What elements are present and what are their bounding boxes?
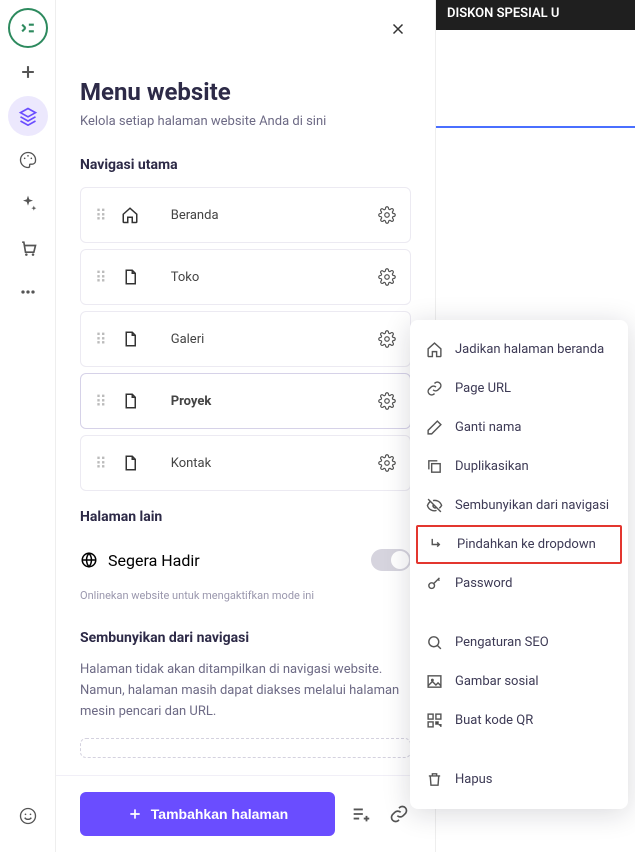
gear-icon[interactable] — [378, 392, 396, 410]
coming-soon-toggle[interactable] — [371, 549, 411, 571]
copy-icon — [426, 458, 443, 475]
nav-item-beranda[interactable]: ⠿ Beranda — [80, 187, 411, 243]
ctx-search[interactable]: Pengaturan SEO — [410, 623, 628, 662]
layers-icon[interactable] — [8, 96, 48, 136]
ctx-label: Gambar sosial — [455, 674, 539, 689]
ctx-image[interactable]: Gambar sosial — [410, 662, 628, 701]
globe-icon — [80, 551, 98, 569]
key-icon — [426, 575, 443, 592]
ctx-qr[interactable]: Buat kode QR — [410, 701, 628, 740]
panel-subtitle: Kelola setiap halaman website Anda di si… — [80, 114, 411, 129]
drop-zone[interactable] — [80, 738, 411, 758]
coming-soon-row: Segera Hadir — [80, 539, 411, 581]
ctx-key[interactable]: Password — [410, 564, 628, 603]
ctx-eye-off[interactable]: Sembunyikan dari navigasi — [410, 486, 628, 525]
ctx-label: Password — [455, 576, 512, 591]
left-sidebar — [0, 0, 56, 852]
drag-handle-icon[interactable]: ⠿ — [95, 330, 107, 349]
ctx-label: Jadikan halaman beranda — [455, 342, 604, 357]
image-icon — [426, 673, 443, 690]
page-icon — [121, 392, 139, 410]
add-icon[interactable] — [8, 52, 48, 92]
add-page-button[interactable]: Tambahkan halaman — [80, 792, 335, 836]
drag-handle-icon[interactable]: ⠿ — [95, 392, 107, 411]
ctx-label: Pindahkan ke dropdown — [457, 537, 596, 552]
nav-label: Beranda — [171, 208, 364, 223]
ctx-trash[interactable]: Hapus — [410, 760, 628, 799]
home-icon — [121, 206, 139, 224]
page-icon — [121, 330, 139, 348]
trash-icon — [426, 771, 443, 788]
drag-handle-icon[interactable]: ⠿ — [95, 206, 107, 225]
qr-icon — [426, 712, 443, 729]
ctx-label: Duplikasikan — [455, 459, 529, 474]
move-icon — [428, 536, 445, 553]
panel-footer: Tambahkan halaman — [56, 775, 435, 852]
nav-item-toko[interactable]: ⠿ Toko — [80, 249, 411, 305]
nav-label: Toko — [171, 270, 364, 285]
eye-off-icon — [426, 497, 443, 514]
add-list-icon[interactable] — [349, 802, 373, 826]
home-icon — [426, 341, 443, 358]
context-menu: Jadikan halaman beranda Page URL Ganti nam… — [410, 320, 628, 809]
promo-banner: DISKON SPESIAL U — [435, 0, 635, 30]
feedback-icon[interactable] — [8, 796, 48, 836]
ctx-pencil[interactable]: Ganti nama — [410, 408, 628, 447]
cart-icon[interactable] — [8, 228, 48, 268]
section-main-nav: Navigasi utama — [80, 157, 411, 173]
drag-handle-icon[interactable]: ⠿ — [95, 268, 107, 287]
ctx-home[interactable]: Jadikan halaman beranda — [410, 330, 628, 369]
ctx-move[interactable]: Pindahkan ke dropdown — [416, 525, 622, 564]
ctx-label: Hapus — [455, 772, 493, 787]
section-hide-nav: Sembunyikan dari navigasi — [80, 630, 411, 646]
gear-icon[interactable] — [378, 330, 396, 348]
hide-nav-desc: Halaman tidak akan ditampilkan di naviga… — [80, 660, 411, 722]
add-link-icon[interactable] — [387, 802, 411, 826]
ctx-label: Ganti nama — [455, 420, 521, 435]
more-icon[interactable] — [8, 272, 48, 312]
gear-icon[interactable] — [378, 206, 396, 224]
pencil-icon — [426, 419, 443, 436]
ctx-label: Pengaturan SEO — [455, 635, 549, 650]
nav-item-galeri[interactable]: ⠿ Galeri — [80, 311, 411, 367]
nav-label: Kontak — [171, 456, 364, 471]
selection-line — [436, 126, 635, 128]
coming-soon-label: Segera Hadir — [108, 551, 200, 570]
page-icon — [121, 268, 139, 286]
gear-icon[interactable] — [378, 454, 396, 472]
coming-soon-hint: Onlinekan website untuk mengaktifkan mod… — [80, 589, 411, 602]
logo-icon[interactable] — [8, 8, 48, 48]
sparkle-icon[interactable] — [8, 184, 48, 224]
ctx-copy[interactable]: Duplikasikan — [410, 447, 628, 486]
section-other: Halaman lain — [80, 509, 411, 525]
close-icon[interactable] — [385, 16, 411, 46]
panel-title: Menu website — [80, 78, 411, 106]
link-icon — [426, 380, 443, 397]
search-icon — [426, 634, 443, 651]
ctx-label: Buat kode QR — [455, 713, 533, 728]
ctx-label: Page URL — [455, 381, 511, 396]
nav-label: Proyek — [171, 394, 364, 409]
menu-panel: Menu website Kelola setiap halaman websi… — [56, 0, 436, 852]
page-icon — [121, 454, 139, 472]
nav-item-kontak[interactable]: ⠿ Kontak — [80, 435, 411, 491]
drag-handle-icon[interactable]: ⠿ — [95, 454, 107, 473]
gear-icon[interactable] — [378, 268, 396, 286]
nav-item-proyek[interactable]: ⠿ Proyek — [80, 373, 411, 429]
palette-icon[interactable] — [8, 140, 48, 180]
nav-label: Galeri — [171, 332, 364, 347]
ctx-link[interactable]: Page URL — [410, 369, 628, 408]
ctx-label: Sembunyikan dari navigasi — [455, 498, 609, 513]
